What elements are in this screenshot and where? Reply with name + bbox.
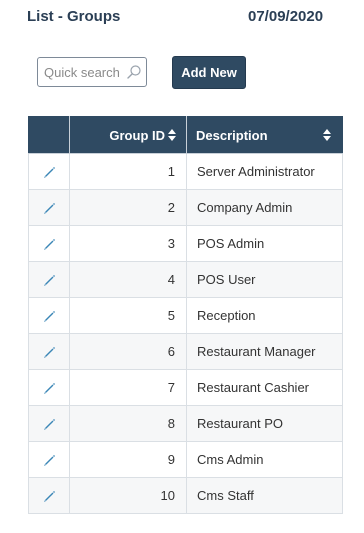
pencil-icon[interactable] (42, 165, 56, 179)
edit-cell (28, 261, 70, 298)
table-row: 2 Company Admin (28, 189, 343, 226)
sort-icon[interactable] (168, 128, 176, 141)
group-id-cell: 2 (69, 189, 187, 226)
group-id-cell: 3 (69, 225, 187, 262)
description-cell: Cms Admin (186, 441, 343, 478)
group-id-cell: 5 (69, 297, 187, 334)
description-cell: Company Admin (186, 189, 343, 226)
quick-search-input[interactable] (38, 58, 130, 86)
current-date: 07/09/2020 (248, 8, 324, 25)
column-header-group-id[interactable]: Group ID (69, 116, 187, 154)
table-header-row: Group ID Description (28, 116, 343, 154)
groups-table: Group ID Description 1 Server Administrat… (28, 116, 343, 514)
pencil-icon[interactable] (42, 489, 56, 503)
edit-cell (28, 441, 70, 478)
group-id-cell: 4 (69, 261, 187, 298)
pencil-icon[interactable] (42, 381, 56, 395)
table-row: 5 Reception (28, 297, 343, 334)
column-header-edit (28, 116, 70, 154)
group-id-cell: 8 (69, 405, 187, 442)
pencil-icon[interactable] (42, 201, 56, 215)
sort-icon[interactable] (323, 129, 331, 141)
page-title: List - Groups (27, 8, 121, 25)
column-header-description[interactable]: Description (186, 116, 343, 154)
pencil-icon[interactable] (42, 309, 56, 323)
edit-cell (28, 333, 70, 370)
pencil-icon[interactable] (42, 273, 56, 287)
add-new-button[interactable]: Add New (172, 56, 246, 89)
edit-cell (28, 189, 70, 226)
table-row: 9 Cms Admin (28, 441, 343, 478)
description-cell: POS Admin (186, 225, 343, 262)
column-header-group-id-label: Group ID (109, 127, 165, 143)
group-id-cell: 7 (69, 369, 187, 406)
edit-cell (28, 405, 70, 442)
pencil-icon[interactable] (42, 345, 56, 359)
description-cell: Restaurant Cashier (186, 369, 343, 406)
group-id-cell: 10 (69, 477, 187, 514)
edit-cell (28, 225, 70, 262)
table-row: 10 Cms Staff (28, 477, 343, 514)
table-row: 7 Restaurant Cashier (28, 369, 343, 406)
description-cell: Reception (186, 297, 343, 334)
page: List - Groups 07/09/2020 Add New Group I… (0, 0, 364, 533)
table-row: 3 POS Admin (28, 225, 343, 262)
edit-cell (28, 297, 70, 334)
table-row: 1 Server Administrator (28, 153, 343, 190)
pencil-icon[interactable] (42, 453, 56, 467)
edit-cell (28, 153, 70, 190)
pencil-icon[interactable] (42, 417, 56, 431)
description-cell: Server Administrator (186, 153, 343, 190)
group-id-cell: 1 (69, 153, 187, 190)
table-row: 6 Restaurant Manager (28, 333, 343, 370)
search-icon[interactable] (126, 64, 142, 80)
description-cell: Restaurant PO (186, 405, 343, 442)
description-cell: POS User (186, 261, 343, 298)
description-cell: Cms Staff (186, 477, 343, 514)
edit-cell (28, 369, 70, 406)
group-id-cell: 6 (69, 333, 187, 370)
pencil-icon[interactable] (42, 237, 56, 251)
quick-search-box (37, 57, 147, 87)
table-row: 8 Restaurant PO (28, 405, 343, 442)
column-header-description-label: Description (196, 127, 268, 143)
description-cell: Restaurant Manager (186, 333, 343, 370)
edit-cell (28, 477, 70, 514)
group-id-cell: 9 (69, 441, 187, 478)
table-row: 4 POS User (28, 261, 343, 298)
